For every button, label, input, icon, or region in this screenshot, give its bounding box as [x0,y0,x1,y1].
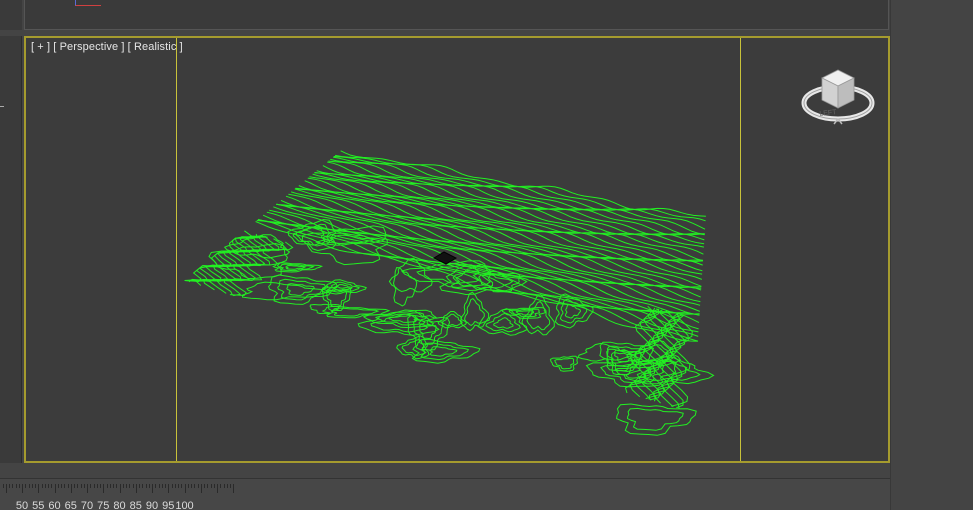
timeline-tick [15,484,17,488]
timeline-tick [44,484,46,488]
timeline-tick [116,484,118,488]
timeline-tick [5,484,7,493]
timeline-tick [213,484,215,488]
timeline-tick [77,484,79,488]
timeline-tick [178,484,179,488]
timeline-tick [158,484,160,488]
axis-tripod-icon [75,0,101,6]
timeline-tick [83,484,85,488]
timeline-tick [109,484,111,488]
timeline-label: 95 [162,500,175,510]
timeline-tick [31,484,33,488]
timeline-tick [67,484,69,488]
timeline-tick [122,484,124,488]
timeline-tick [103,484,105,493]
timeline-ruler[interactable]: 50 55 60 65 70 75 80 85 90 95 100 [0,478,890,510]
timeline-tick [168,484,170,493]
timeline-label: 65 [64,500,77,510]
timeline-tick [148,484,150,488]
top-viewport[interactable] [24,0,889,30]
timeline-tick [2,484,4,488]
timeline-tick [171,484,173,488]
timeline-tick [174,484,176,488]
timeline-tick [70,484,72,493]
timeline-tick [22,484,23,493]
left-panel [0,36,22,463]
timeline-tick [226,484,228,488]
timeline-label: 70 [80,500,94,510]
timeline-tick [129,484,131,488]
timeline-tick [187,484,189,488]
timeline-tick [106,484,108,488]
timeline-label: 60 [48,500,61,510]
timeline-tick [145,484,147,488]
timeline-tick [48,484,49,488]
timeline-tick [194,484,196,488]
timeline-tick [135,484,137,493]
timeline-tick [184,484,186,493]
timeline-tick [119,484,121,493]
timeline-label: 75 [97,500,110,510]
timeline-tick [210,484,212,488]
timeline-label: 80 [113,500,126,510]
timeline-tick [38,484,40,493]
timeline-tick [100,484,101,488]
timeline-tick [200,484,202,493]
timeline-tick [93,484,95,488]
timeline-tick [230,484,231,488]
timeline-tick [165,484,166,488]
perspective-viewport[interactable]: [ + ] [ Perspective ] [ Realistic ] LEFT [24,36,890,463]
timeline-label: 55 [32,500,45,510]
right-panel [890,0,973,510]
viewcube-icon[interactable]: LEFT [798,68,878,138]
timeline-tick [152,484,153,493]
panel-tick [0,106,4,107]
timeline-tick [80,484,82,488]
timeline-tick [61,484,62,488]
timeline-tick [197,484,199,488]
timeline-tick [41,484,43,488]
timeline-tick [28,484,30,488]
timeline-label: 90 [145,500,159,510]
timeline-tick [9,484,10,488]
timeline-tick [142,484,144,488]
timeline-tick [220,484,222,488]
timeline-tick [113,484,114,488]
timeline-tick [87,484,88,493]
timeline-tick [64,484,66,488]
timeline-ticks: 50 55 60 65 70 75 80 85 90 95 100 [0,484,890,510]
timeline-tick [96,484,98,488]
timeline-tick [51,484,53,488]
timeline-tick [57,484,59,488]
timeline-tick [12,484,14,488]
timeline-tick [233,484,235,493]
timeline-label: 50 [15,500,29,510]
safe-frame [176,38,741,461]
timeline-tick [207,484,209,488]
timeline-tick [181,484,183,488]
timeline-tick [217,484,218,493]
left-panel-top [0,0,22,30]
timeline-tick [25,484,27,488]
timeline-label: 85 [129,500,142,510]
timeline-tick [18,484,20,488]
timeline-tick [132,484,134,488]
timeline-tick [54,484,56,493]
timeline-label: 100 [175,500,194,510]
timeline-tick [126,484,127,488]
timeline-tick [139,484,140,488]
timeline-tick [74,484,75,488]
timeline-tick [191,484,192,488]
timeline-tick [204,484,205,488]
timeline-tick [90,484,92,488]
timeline-tick [223,484,225,488]
timeline-tick [155,484,157,488]
viewport-label[interactable]: [ + ] [ Perspective ] [ Realistic ] [31,41,183,53]
timeline-tick [35,484,36,488]
timeline-tick [161,484,163,488]
